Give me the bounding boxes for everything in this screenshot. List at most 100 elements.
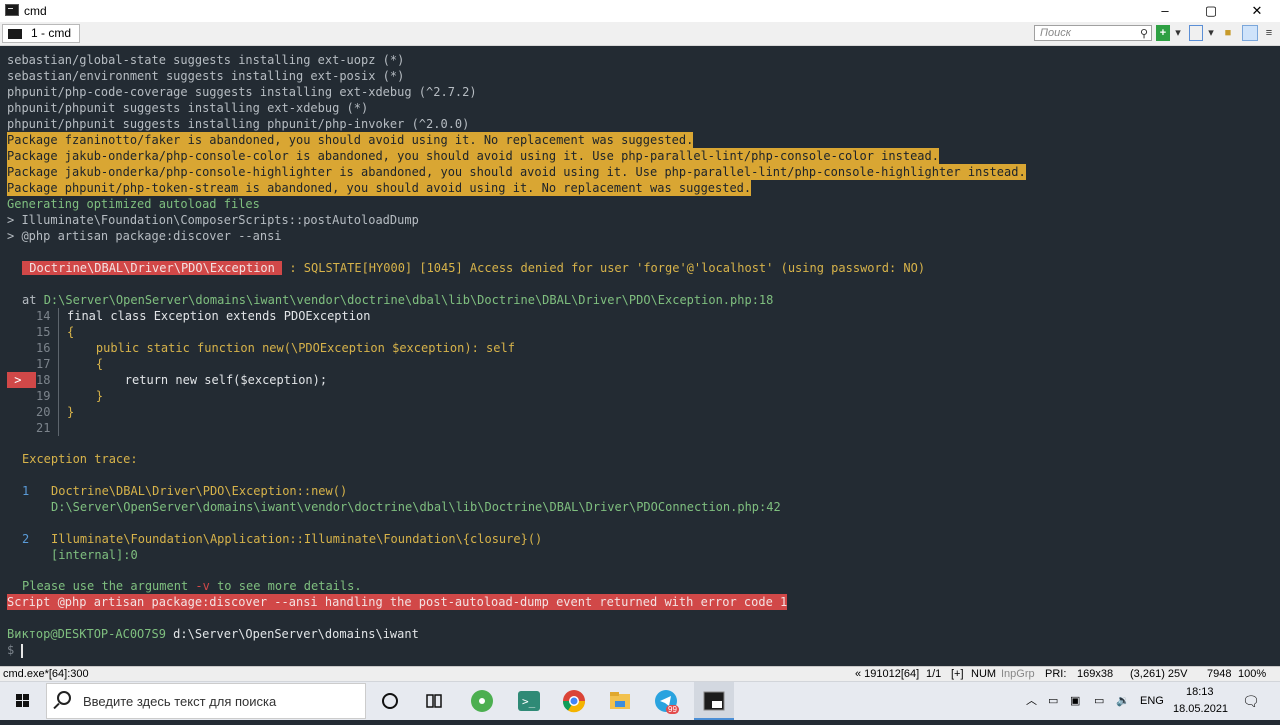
text-cursor	[21, 643, 24, 658]
file-explorer-icon[interactable]	[608, 689, 632, 713]
at-prefix: at	[22, 293, 44, 307]
prompt-symbol: $	[7, 643, 22, 657]
abandoned-warning-line: Package jakub-onderka/php-console-highli…	[7, 164, 1026, 180]
trace-title: Exception trace:	[22, 452, 138, 466]
chevron-down-icon[interactable]: ▾	[1205, 25, 1217, 41]
menu-icon[interactable]: ≡	[1262, 25, 1276, 41]
status-item[interactable]: « 191012[64]	[855, 667, 919, 681]
close-button[interactable]: ✕	[1234, 0, 1280, 22]
code-line: public static function new(\PDOException…	[67, 341, 515, 355]
output-line: Generating optimized autoload files	[7, 197, 260, 211]
search-placeholder: Поиск	[1040, 27, 1071, 39]
tab-cmd[interactable]: 1 - cmd	[2, 24, 80, 43]
gutter-divider	[58, 308, 59, 436]
output-line: sebastian/environment suggests installin…	[7, 69, 405, 83]
chevron-down-icon[interactable]: ▾	[1172, 25, 1184, 41]
cortana-icon[interactable]	[378, 689, 402, 713]
output-line: phpunit/phpunit suggests installing ext-…	[7, 101, 369, 115]
output-line: > @php artisan package:discover --ansi	[7, 229, 282, 243]
atom-icon[interactable]	[470, 689, 494, 713]
prompt-path: d:\Server\OpenServer\domains\iwant	[165, 627, 419, 641]
code-line: {	[67, 357, 104, 371]
line-number: 18	[36, 373, 51, 387]
prompt-user: Виктор@DESKTOP-AC0O7S9	[7, 627, 166, 641]
output-line: > Illuminate\Foundation\ComposerScripts:…	[7, 213, 419, 227]
start-button[interactable]	[0, 682, 46, 720]
network-icon[interactable]: ▭	[1048, 682, 1058, 720]
current-line-marker: >	[7, 372, 36, 388]
abandoned-warning-line: Package fzaninotto/faker is abandoned, y…	[7, 132, 694, 148]
input-line[interactable]: $	[7, 642, 24, 658]
trace-file: D:\Server\OpenServer\domains\iwant\vendo…	[51, 500, 781, 514]
exception-header: Doctrine\DBAL\Driver\PDO\Exception : SQL…	[22, 260, 925, 276]
status-item[interactable]: 100%	[1238, 667, 1266, 681]
terminal-output[interactable]: sebastian/global-state suggests installi…	[0, 46, 1280, 666]
trace-call: Doctrine\DBAL\Driver\PDO\Exception::new(…	[51, 484, 348, 498]
line-number: 21	[36, 421, 51, 435]
status-item[interactable]: 7948	[1207, 667, 1231, 681]
console-app-icon	[703, 691, 725, 711]
status-item[interactable]: (3,261) 25V	[1130, 667, 1187, 681]
taskbar-search-input[interactable]: Введите здесь текст для поиска	[46, 683, 366, 719]
status-item[interactable]: 1/1	[926, 667, 941, 681]
exception-location: at D:\Server\OpenServer\domains\iwant\ve…	[22, 292, 773, 308]
notifications-icon[interactable]: 🗨	[1242, 682, 1260, 720]
svg-text:>_: >_	[522, 695, 536, 708]
line-number: 15	[36, 325, 51, 339]
maximize-button[interactable]: ▢	[1188, 0, 1234, 22]
line-number: 20	[36, 405, 51, 419]
clock-date[interactable]: 18.05.2021	[1173, 703, 1228, 715]
windows-icon	[16, 694, 29, 707]
chrome-icon[interactable]	[562, 689, 586, 713]
trace-file: [internal]:0	[51, 548, 138, 562]
exception-class-badge: Doctrine\DBAL\Driver\PDO\Exception	[22, 261, 283, 275]
new-console-icon[interactable]: +	[1156, 25, 1170, 41]
cmd-app-icon	[5, 4, 19, 16]
status-item[interactable]: NUM	[971, 667, 996, 681]
code-line: {	[67, 325, 75, 339]
taskbar-search-placeholder: Введите здесь текст для поиска	[83, 694, 277, 709]
taskbar: Введите здесь текст для поиска >_ 99 ︿ ▭…	[0, 681, 1280, 720]
lock-icon[interactable]: ■	[1222, 25, 1234, 41]
tab-label: 1 - cmd	[31, 26, 72, 40]
title-bar: cmd – ▢ ✕	[0, 0, 1280, 22]
code-line: }	[67, 389, 104, 403]
telegram-badge: 99	[666, 705, 679, 714]
window-title: cmd	[24, 4, 47, 18]
line-number: 19	[36, 389, 51, 403]
status-process[interactable]: cmd.exe*[64]:300	[3, 667, 89, 681]
status-item[interactable]: PRI:	[1045, 667, 1066, 681]
chevron-up-icon[interactable]: ︿	[1026, 682, 1037, 720]
lock-icon[interactable]: ▣	[1070, 682, 1080, 720]
terminal-app-icon[interactable]: >_	[517, 689, 541, 713]
status-item[interactable]: InpGrp	[1001, 667, 1035, 681]
trace-number: 1	[22, 484, 30, 498]
search-icon	[57, 691, 71, 705]
taskbar-cmd-active[interactable]	[694, 682, 734, 720]
language-indicator[interactable]: ENG	[1140, 682, 1164, 720]
clock-time[interactable]: 18:13	[1186, 686, 1214, 698]
status-bar: cmd.exe*[64]:300 « 191012[64] 1/1 [+] NU…	[0, 666, 1280, 682]
console-icon	[8, 29, 22, 39]
abandoned-warning-line: Package jakub-onderka/php-console-color …	[7, 148, 939, 164]
hint-line: Please use the argument -v to see more d…	[22, 578, 362, 594]
task-view-icon[interactable]	[422, 689, 446, 713]
output-line: sebastian/global-state suggests installi…	[7, 53, 405, 67]
trace-number: 2	[22, 532, 30, 546]
layout-icon[interactable]	[1189, 25, 1203, 41]
hint-text: Please use the argument	[22, 579, 196, 593]
prompt-line: Виктор@DESKTOP-AC0O7S9 d:\Server\OpenSer…	[7, 626, 419, 642]
code-line: return new self($exception);	[67, 373, 328, 387]
code-line: final class Exception extends PDOExcepti…	[67, 309, 371, 323]
hint-text: to see more details.	[209, 579, 362, 593]
search-icon[interactable]: ⚲	[1140, 27, 1148, 41]
volume-icon[interactable]: 🔉	[1116, 682, 1130, 720]
status-item[interactable]: [+]	[951, 667, 964, 681]
search-input[interactable]: Поиск ⚲	[1034, 25, 1152, 41]
line-number: 17	[36, 357, 51, 371]
output-line: phpunit/phpunit suggests installing phpu…	[7, 117, 470, 131]
minimize-button[interactable]: –	[1142, 0, 1188, 22]
panel-view-icon[interactable]	[1242, 25, 1258, 41]
battery-icon[interactable]: ▭	[1094, 682, 1104, 720]
status-item[interactable]: 169x38	[1077, 667, 1113, 681]
